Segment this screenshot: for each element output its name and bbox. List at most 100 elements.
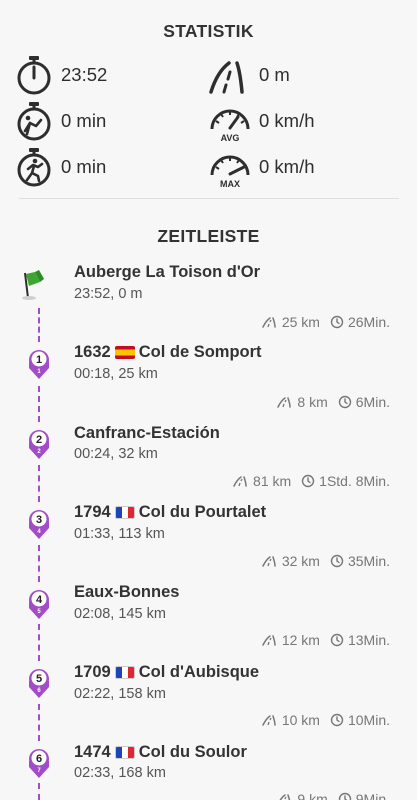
pass-name: Col du Soulor [138,743,247,761]
clock-icon [301,474,315,488]
timeline-entry-title[interactable]: 1632 Col de Somport [74,343,262,362]
waypoint-number: 2 [36,434,42,446]
clock-icon [338,792,351,800]
road-icon [209,61,244,94]
clock-icon [338,395,351,409]
timeline-connector [38,308,40,342]
avg-speed-stat: AVG 0 km/h [207,99,387,143]
timeline-entry-time-distance: 02:22, 158 km [74,686,166,702]
timeline-entry-title[interactable]: 1474 Col du Soulor [74,743,247,762]
spain-flag-icon [114,346,135,359]
duration-value: 23:52 [61,64,108,85]
moving-stopwatch-icon [17,148,51,187]
segment-duration: 9Min. [355,791,390,800]
timeline-entry-time-distance: 02:08, 145 km [74,606,166,622]
clock-icon [330,315,344,329]
max-speed-stat: MAX 0 km/h [207,145,387,189]
moving-time-stat: 0 min [14,147,194,187]
waypoint-number: 1 [36,354,42,366]
segment-distance: 81 km [253,473,292,489]
road-icon [262,715,276,726]
pass-name: Col du Pourtalet [138,503,267,521]
timeline-entry-title[interactable]: Canfranc-Estación [74,424,220,443]
timeline-entry-time-distance: 01:33, 113 km [74,526,165,542]
timeline-segment: 8 km 6Min. [277,394,390,410]
waypoint-number: 3 [36,514,42,526]
clock-icon [330,713,344,727]
timeline-segment: 9 km 9Min. [277,791,390,800]
timeline-entry-time-distance: 00:24, 32 km [74,446,158,462]
pass-altitude: 1709 [74,663,111,681]
segment-distance: 32 km [281,553,320,569]
timeline-entry-title[interactable]: 1709 Col d'Aubisque [74,663,259,682]
timeline-entry-time-distance: 02:33, 168 km [74,765,166,781]
timeline-connector [38,465,40,502]
segment-duration: 35Min. [347,553,390,569]
distance-stat: 0 m [207,55,387,95]
segment-distance: 12 km [281,632,320,648]
max-speedometer-icon: MAX [210,155,250,189]
waypoint-number: 6 [36,753,42,765]
distance-value: 0 m [259,64,290,85]
waypoint-number: 4 [36,594,43,606]
max-speed-value: 0 km/h [259,156,315,177]
timeline-entry-time-distance: 00:18, 25 km [74,366,158,382]
pass-altitude: 1632 [74,343,111,361]
segment-distance: 25 km [281,314,320,330]
pass-altitude: 1474 [74,743,111,761]
road-icon [262,556,276,567]
france-flag-icon [114,746,135,759]
timeline-segment: 25 km 26Min. [262,314,390,330]
pass-name: Col de Somport [138,343,262,361]
road-icon [277,397,292,408]
segment-distance: 8 km [297,394,328,410]
duration-stat: 23:52 [14,55,194,95]
timeline-heading: ZEITLEISTE [157,226,260,246]
segment-duration: 1Std. 8Min. [319,473,390,489]
timeline-entry-title[interactable]: Auberge La Toison d'Or [74,263,260,282]
segment-duration: 13Min. [347,632,390,648]
clock-icon [330,633,344,647]
pass-altitude: 1794 [74,503,111,521]
timeline-connector [38,624,40,661]
road-icon [262,635,276,646]
avg-label: AVG [221,133,240,143]
waypoint-pin-icon: 2 2 [29,430,49,459]
segment-duration: 6Min. [355,394,390,410]
timeline-connector [38,545,40,582]
pause-time-stat: 0 min [14,101,194,141]
timeline-segment: 32 km 35Min. [262,553,390,569]
avg-speed-value: 0 km/h [259,110,315,131]
france-flag-icon [114,666,135,679]
segment-distance: 10 km [281,712,320,728]
timeline-entry-time-distance: 23:52, 0 m [74,286,143,302]
waypoint-pin-icon: 4 5 [29,590,49,619]
clock-icon [330,554,344,568]
max-label: MAX [220,179,240,189]
france-flag-icon [114,506,135,519]
moving-time-value: 0 min [61,156,107,177]
pause-stopwatch-icon [17,102,51,141]
segment-distance: 9 km [297,791,328,800]
waypoint-pin-icon: 3 4 [29,510,49,539]
start-flag-icon [22,270,44,300]
timeline-entry-title[interactable]: 1794 Col du Pourtalet [74,503,266,522]
timeline-segment: 10 km 10Min. [262,712,390,728]
timeline-entry-title[interactable]: Eaux-Bonnes [74,583,179,602]
pause-time-value: 0 min [61,110,107,131]
waypoint-number: 5 [36,673,42,685]
road-icon [279,794,291,800]
waypoint-pin-icon: 1 1 [29,350,49,379]
road-icon [262,317,276,328]
section-divider [19,198,399,199]
pass-name: Col d'Aubisque [138,663,260,681]
timeline-connector [38,783,40,800]
timeline-connector [38,704,40,741]
timeline-connector [38,386,40,422]
timeline-segment: 81 km 1Std. 8Min. [233,473,390,489]
timeline-segment: 12 km 13Min. [262,632,390,648]
segment-duration: 26Min. [347,314,390,330]
stopwatch-icon [17,56,51,95]
waypoint-pin-icon: 6 7 [29,749,49,778]
avg-speedometer-icon: AVG [210,109,250,143]
